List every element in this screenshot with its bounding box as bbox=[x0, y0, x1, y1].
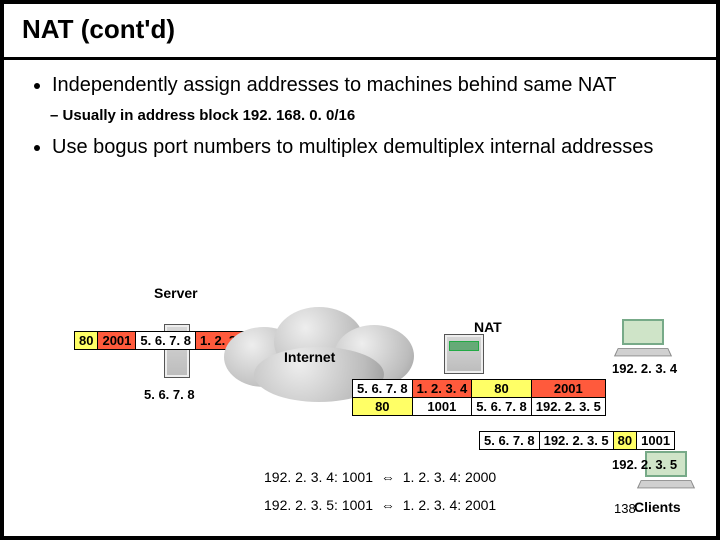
client1-ip: 192. 2. 3. 4 bbox=[612, 361, 677, 376]
nat-device-icon bbox=[444, 334, 484, 374]
mapping-2-right: 1. 2. 3. 4: 2001 bbox=[403, 497, 496, 513]
pkt-right-c2: 192. 2. 3. 5 bbox=[539, 432, 613, 450]
pkt-right-c1: 5. 6. 7. 8 bbox=[480, 432, 540, 450]
pkt-nat-top-c2: 1. 2. 3. 4 bbox=[412, 380, 472, 398]
pkt-nat-top-c4: 2001 bbox=[531, 380, 605, 398]
bullet-2: Use bogus port numbers to multiplex demu… bbox=[52, 136, 688, 159]
pkt-nat-bot-c1: 80 bbox=[353, 398, 413, 416]
slide-frame: NAT (cont'd) Independently assign addres… bbox=[0, 0, 720, 540]
double-arrow-icon-2: ⇔ bbox=[381, 497, 395, 513]
bullet-1-sub-list: Usually in address block 192. 168. 0. 0/… bbox=[32, 107, 688, 124]
mapping-1-right: 1. 2. 3. 4: 2000 bbox=[403, 469, 496, 485]
clients-label: Clients bbox=[634, 499, 681, 515]
pkt-nat-bot-c4: 192. 2. 3. 5 bbox=[531, 398, 605, 416]
slide-title: NAT (cont'd) bbox=[22, 14, 698, 45]
pkt-left-c2: 2001 bbox=[98, 332, 136, 350]
internet-label: Internet bbox=[284, 349, 335, 365]
packet-nat: 5. 6. 7. 8 1. 2. 3. 4 80 2001 80 1001 5.… bbox=[352, 379, 606, 416]
nat-label: NAT bbox=[474, 319, 502, 335]
pkt-nat-top-c3: 80 bbox=[472, 380, 532, 398]
client2-ip: 192. 2. 3. 5 bbox=[612, 457, 677, 472]
pkt-right-c4: 1001 bbox=[637, 432, 675, 450]
mapping-2-left: 192. 2. 3. 5: 1001 bbox=[264, 497, 373, 513]
diagram-area: Server 5. 6. 7. 8 80 2001 5. 6. 7. 8 1. … bbox=[4, 279, 716, 536]
packet-right: 5. 6. 7. 8 192. 2. 3. 5 80 1001 bbox=[479, 431, 675, 450]
laptop-icon-1 bbox=[616, 319, 670, 357]
pkt-nat-top-c1: 5. 6. 7. 8 bbox=[353, 380, 413, 398]
mapping-1-left: 192. 2. 3. 4: 1001 bbox=[264, 469, 373, 485]
mapping-2: 192. 2. 3. 5: 1001 ⇔ 1. 2. 3. 4: 2001 bbox=[264, 497, 496, 513]
page-number: 138 bbox=[614, 501, 636, 516]
bullet-1-sub: Usually in address block 192. 168. 0. 0/… bbox=[50, 107, 688, 124]
pkt-nat-bot-c2: 1001 bbox=[412, 398, 472, 416]
server-label: Server bbox=[154, 285, 198, 301]
bullet-1: Independently assign addresses to machin… bbox=[52, 74, 688, 97]
bullet-list: Independently assign addresses to machin… bbox=[32, 74, 688, 97]
pkt-right-c3: 80 bbox=[613, 432, 636, 450]
pkt-left-c1: 80 bbox=[75, 332, 98, 350]
content-area: Independently assign addresses to machin… bbox=[4, 60, 716, 159]
pkt-left-c3: 5. 6. 7. 8 bbox=[136, 332, 196, 350]
double-arrow-icon: ⇔ bbox=[381, 469, 395, 485]
server-ip-label: 5. 6. 7. 8 bbox=[144, 387, 195, 402]
title-bar: NAT (cont'd) bbox=[4, 4, 716, 60]
mapping-1: 192. 2. 3. 4: 1001 ⇔ 1. 2. 3. 4: 2000 bbox=[264, 469, 496, 485]
bullet-list-2: Use bogus port numbers to multiplex demu… bbox=[32, 136, 688, 159]
pkt-nat-bot-c3: 5. 6. 7. 8 bbox=[472, 398, 532, 416]
